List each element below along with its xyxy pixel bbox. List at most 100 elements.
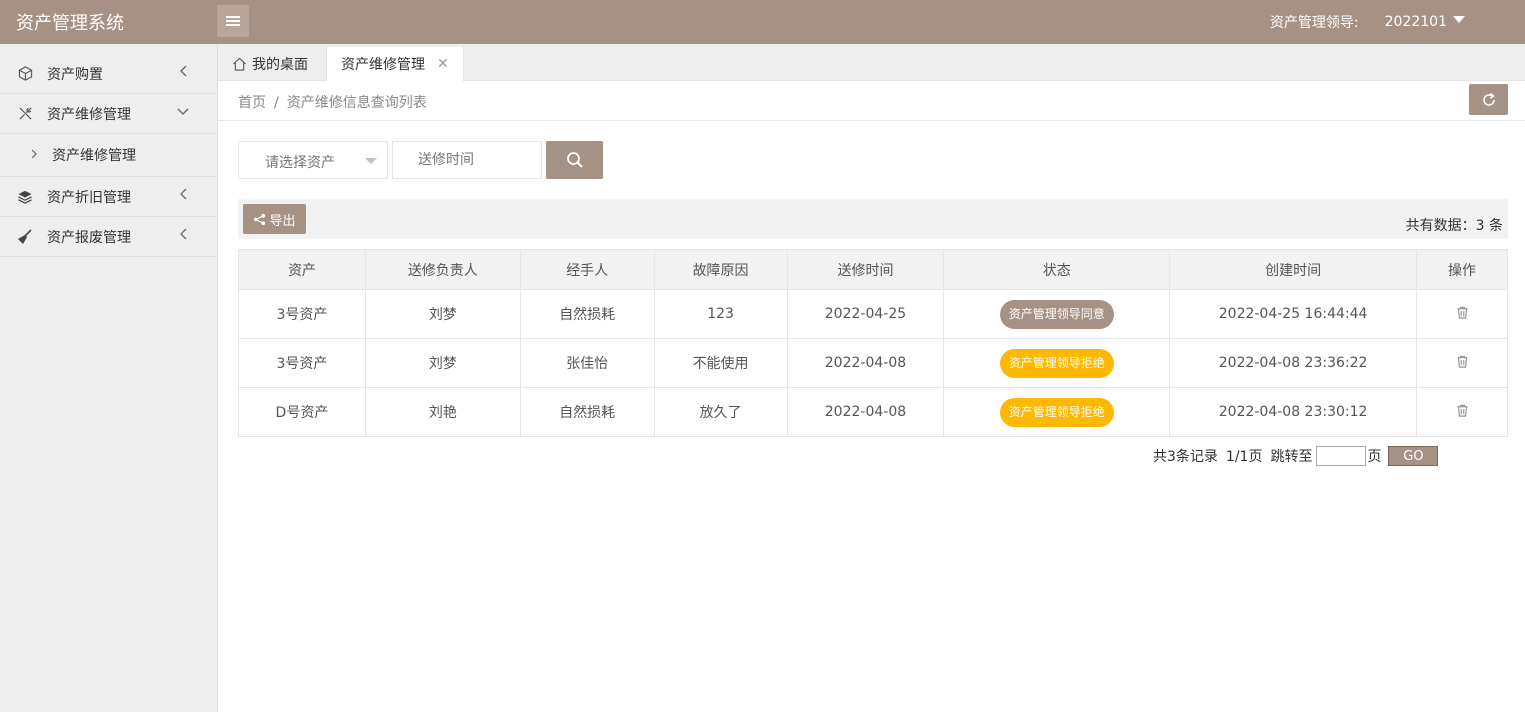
cell-actions (1416, 338, 1508, 388)
column-header: 故障原因 (653, 249, 788, 290)
export-label: 导出 (269, 213, 296, 229)
search-button[interactable] (546, 141, 603, 179)
chevron-left-icon (179, 188, 189, 204)
cell-owner: 刘梦 (364, 289, 521, 339)
cell-asset: D号资产 (238, 387, 366, 437)
breadcrumb-home[interactable]: 首页 (238, 95, 266, 111)
tab-repair-management[interactable]: 资产维修管理 ✕ (326, 47, 464, 81)
table-row: 3号资产 刘梦 张佳怡 不能使用 2022-04-08 资产管理领导拒绝 202… (238, 338, 1508, 388)
sidebar-item-label: 资产报废管理 (47, 229, 131, 246)
column-header: 经手人 (519, 249, 655, 290)
pagination: 共3条记录 1/1页 跳转至 页 GO (1153, 446, 1439, 466)
sidebar-item-label: 资产折旧管理 (47, 189, 131, 206)
sidebar-item-purchase[interactable]: 资产购置 (0, 54, 217, 94)
cell-repair-date: 2022-04-25 (786, 289, 945, 339)
table-row: 3号资产 刘梦 自然损耗 123 2022-04-25 资产管理领导同意 202… (238, 289, 1508, 339)
cell-owner: 刘梦 (364, 338, 521, 388)
status-badge: 资产管理领导同意 (999, 299, 1114, 329)
table-toolbar: 导出 共有数据：3 条 (238, 199, 1508, 239)
username: 2022101 (1384, 14, 1447, 30)
table-header-row: 资产 送修负责人 经手人 故障原因 送修时间 状态 创建时间 操作 (238, 249, 1508, 290)
sidebar-item-depreciation[interactable]: 资产折旧管理 (0, 177, 217, 217)
cell-created: 2022-04-08 23:30:12 (1169, 387, 1418, 437)
cell-reason: 不能使用 (653, 338, 788, 388)
home-icon (232, 57, 247, 71)
pager-page-unit: 页 (1367, 449, 1382, 465)
page-jump-input[interactable] (1316, 446, 1367, 466)
export-button[interactable]: 导出 (243, 204, 306, 234)
menu-toggle-button[interactable] (217, 5, 249, 37)
breadcrumb-bar: 首页 / 资产维修信息查询列表 (218, 81, 1525, 121)
sidebar-subitem-repair-management[interactable]: 资产维修管理 (0, 134, 217, 177)
breadcrumb-current: 资产维修信息查询列表 (286, 95, 427, 111)
tab-home[interactable]: 我的桌面 (232, 47, 308, 81)
cell-status: 资产管理领导同意 (943, 289, 1171, 339)
trash-icon[interactable] (1456, 404, 1469, 421)
sidebar-item-repair[interactable]: 资产维修管理 (0, 94, 217, 134)
asset-select[interactable]: 请选择资产 (238, 141, 388, 179)
caret-down-icon (1453, 15, 1465, 23)
broom-icon (17, 228, 33, 245)
sidebar-item-scrap[interactable]: 资产报废管理 (0, 217, 217, 257)
cell-asset: 3号资产 (238, 338, 366, 388)
trash-icon[interactable] (1456, 306, 1469, 323)
cell-handler: 自然损耗 (519, 289, 655, 339)
pager-jump-label: 跳转至 (1270, 449, 1313, 465)
tab-label: 我的桌面 (252, 57, 308, 73)
column-header: 送修负责人 (364, 249, 521, 290)
asset-select-placeholder: 请选择资产 (265, 155, 335, 171)
pager-pages: 1/1页 (1225, 449, 1263, 465)
cell-status: 资产管理领导拒绝 (943, 387, 1171, 437)
tools-icon (17, 106, 33, 122)
cell-repair-date: 2022-04-08 (786, 387, 945, 437)
column-header: 资产 (238, 249, 366, 290)
sidebar-subitem-label: 资产维修管理 (52, 148, 136, 164)
column-header: 创建时间 (1169, 249, 1418, 290)
status-badge: 资产管理领导拒绝 (999, 397, 1114, 427)
status-badge: 资产管理领导拒绝 (999, 348, 1114, 378)
breadcrumb-separator: / (274, 95, 279, 111)
layers-icon (17, 189, 33, 205)
dropdown-triangle-icon (365, 158, 377, 164)
cell-reason: 放久了 (653, 387, 788, 437)
close-icon[interactable]: ✕ (437, 56, 449, 72)
cell-reason: 123 (653, 289, 788, 339)
sidebar-item-label: 资产购置 (47, 66, 103, 83)
chevron-left-icon (179, 65, 189, 81)
refresh-button[interactable] (1469, 84, 1508, 115)
chevron-left-icon (179, 228, 189, 244)
trash-icon[interactable] (1456, 355, 1469, 372)
cell-handler: 张佳怡 (519, 338, 655, 388)
chevron-down-icon (177, 105, 189, 121)
hamburger-icon (226, 16, 240, 26)
cell-actions (1416, 387, 1508, 437)
cell-asset: 3号资产 (238, 289, 366, 339)
app-title: 资产管理系统 (16, 13, 124, 34)
total-count: 共有数据：3 条 (1405, 218, 1503, 234)
sidebar-item-label: 资产维修管理 (47, 106, 131, 123)
cell-created: 2022-04-08 23:36:22 (1169, 338, 1418, 388)
breadcrumb: 首页 / 资产维修信息查询列表 (238, 92, 427, 112)
column-header: 操作 (1416, 249, 1508, 290)
column-header: 状态 (943, 249, 1171, 290)
cell-repair-date: 2022-04-08 (786, 338, 945, 388)
user-menu[interactable]: 资产管理领导: 2022101 (1270, 12, 1465, 32)
repair-date-input[interactable] (392, 141, 542, 179)
tab-bar: 我的桌面 资产维修管理 ✕ (218, 44, 1525, 81)
table-row: D号资产 刘艳 自然损耗 放久了 2022-04-08 资产管理领导拒绝 202… (238, 387, 1508, 437)
sidebar: 资产购置 资产维修管理 资产维修管理 资产折旧管理 资产报废管理 (0, 44, 218, 712)
tab-label: 资产维修管理 (341, 57, 425, 73)
cube-icon (17, 66, 33, 82)
cell-owner: 刘艳 (364, 387, 521, 437)
go-button[interactable]: GO (1388, 446, 1439, 466)
chevron-right-icon (30, 148, 38, 162)
search-icon (566, 151, 584, 169)
cell-actions (1416, 289, 1508, 339)
cell-created: 2022-04-25 16:44:44 (1169, 289, 1418, 339)
cell-status: 资产管理领导拒绝 (943, 338, 1171, 388)
top-header: 资产管理系统 资产管理领导: 2022101 (0, 0, 1525, 44)
refresh-icon (1481, 92, 1497, 108)
repair-table: 资产 送修负责人 经手人 故障原因 送修时间 状态 创建时间 操作 3号资产 刘… (238, 249, 1508, 437)
share-icon (254, 213, 266, 225)
cell-handler: 自然损耗 (519, 387, 655, 437)
